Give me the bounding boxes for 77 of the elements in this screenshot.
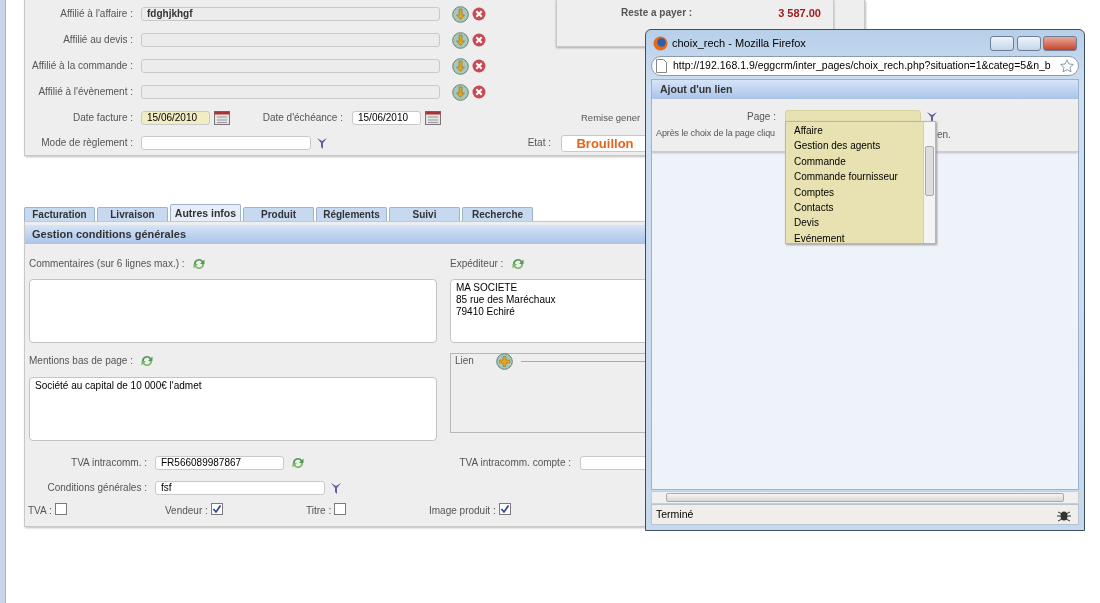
- field-label: Remise gener: [581, 111, 641, 125]
- horizontal-scrollbar[interactable]: [651, 491, 1079, 504]
- dropdown-option[interactable]: Affaire: [786, 123, 923, 139]
- checkbox[interactable]: [54, 503, 67, 515]
- input-field[interactable]: fsf: [155, 481, 325, 495]
- address-bar[interactable]: http://192.168.1.9/eggcrm/inter_pages/choix_rech.php?situation=1&categ=5&n_b: [651, 56, 1079, 76]
- field-label: Page :: [746, 109, 776, 124]
- field-label: TVA intracomm. compte :: [458, 456, 571, 470]
- dropdown-option[interactable]: Commande: [786, 153, 923, 170]
- close-button[interactable]: [1043, 35, 1077, 51]
- page-icon: [656, 59, 667, 73]
- field-label: Expéditeur :: [450, 257, 504, 271]
- calendar-icon[interactable]: [214, 111, 230, 125]
- arrow-down-icon[interactable]: [452, 83, 469, 101]
- dropdown-option[interactable]: Comptes: [786, 184, 923, 201]
- hint-text: en.: [937, 128, 952, 142]
- maximize-button[interactable]: [1016, 35, 1041, 51]
- field-label: Affilié à la commande :: [31, 59, 133, 73]
- checkbox[interactable]: [334, 503, 347, 515]
- field-label: Commentaires (sur 6 lignes max.) :: [29, 257, 185, 271]
- field-label: Conditions générales :: [46, 481, 147, 495]
- dropdown-option[interactable]: Commande fournisseur: [786, 169, 923, 185]
- arrow-down-icon[interactable]: [452, 5, 469, 23]
- browser-icon: [653, 35, 668, 51]
- date-field[interactable]: 15/06/2010: [352, 111, 421, 125]
- tab[interactable]: Réglements: [316, 207, 387, 221]
- input-field[interactable]: fdghjkhgf: [141, 7, 440, 21]
- dropdown-option[interactable]: Contacts: [786, 200, 923, 216]
- arrow-down-icon[interactable]: [452, 57, 469, 75]
- field-label: Date d'échéance :: [261, 111, 343, 125]
- date-field[interactable]: 15/06/2010: [141, 111, 210, 125]
- dropdown-option[interactable]: Gestion des agents: [786, 138, 923, 154]
- checkbox[interactable]: [210, 503, 223, 515]
- tab[interactable]: Suivi: [389, 207, 460, 221]
- field-label: Affilié au devis :: [62, 33, 133, 47]
- field-label: Mode de règlement :: [40, 136, 133, 150]
- checkbox-label: TVA :: [28, 504, 52, 518]
- comments-field[interactable]: [29, 279, 437, 343]
- checkbox[interactable]: [498, 503, 511, 515]
- star-icon[interactable]: [1060, 59, 1074, 73]
- status-text: Terminé: [656, 506, 694, 522]
- tab[interactable]: Autres infos: [170, 204, 241, 221]
- remove-icon[interactable]: [472, 33, 486, 47]
- field-label: Affilié à l'évènement :: [37, 85, 133, 99]
- tab[interactable]: Recherche: [462, 207, 533, 221]
- remove-icon[interactable]: [472, 85, 486, 99]
- minimize-button[interactable]: [990, 35, 1014, 51]
- checkbox-label: Vendeur :: [165, 504, 208, 518]
- input-field[interactable]: [141, 33, 440, 47]
- field-label: TVA intracomm. :: [70, 456, 147, 470]
- refresh-icon[interactable]: [139, 353, 156, 369]
- arrow-down-icon[interactable]: [452, 31, 469, 49]
- scrollbar[interactable]: [923, 122, 935, 243]
- filter-icon[interactable]: [927, 110, 937, 123]
- footer-text-field[interactable]: Société au capital de 10 000€ l'admet: [29, 377, 437, 441]
- remove-icon[interactable]: [472, 59, 486, 73]
- filter-icon[interactable]: [317, 137, 327, 149]
- field-label: Mentions bas de page :: [29, 354, 133, 368]
- tab[interactable]: Livraison: [97, 207, 168, 221]
- section-header: Ajout d'un lien: [652, 80, 1078, 99]
- checkbox-label: Titre :: [306, 504, 332, 518]
- input-field[interactable]: FR566089987867: [155, 456, 284, 470]
- field-label: Affilié à l'affaire :: [59, 7, 133, 21]
- input-field[interactable]: [141, 59, 440, 73]
- add-icon[interactable]: [495, 352, 513, 370]
- remove-icon[interactable]: [472, 7, 486, 21]
- field-label: Date facture :: [71, 111, 133, 125]
- refresh-icon[interactable]: [290, 455, 306, 471]
- checkbox-label: Image produit :: [429, 504, 496, 518]
- calendar-icon[interactable]: [425, 111, 441, 125]
- input-field[interactable]: [141, 85, 440, 99]
- tab[interactable]: Facturation: [24, 207, 95, 221]
- tab[interactable]: Produit: [243, 207, 314, 221]
- field-label: Etat :: [526, 136, 551, 150]
- refresh-icon[interactable]: [191, 256, 208, 272]
- filter-icon[interactable]: [331, 482, 341, 494]
- input-field[interactable]: [141, 136, 311, 150]
